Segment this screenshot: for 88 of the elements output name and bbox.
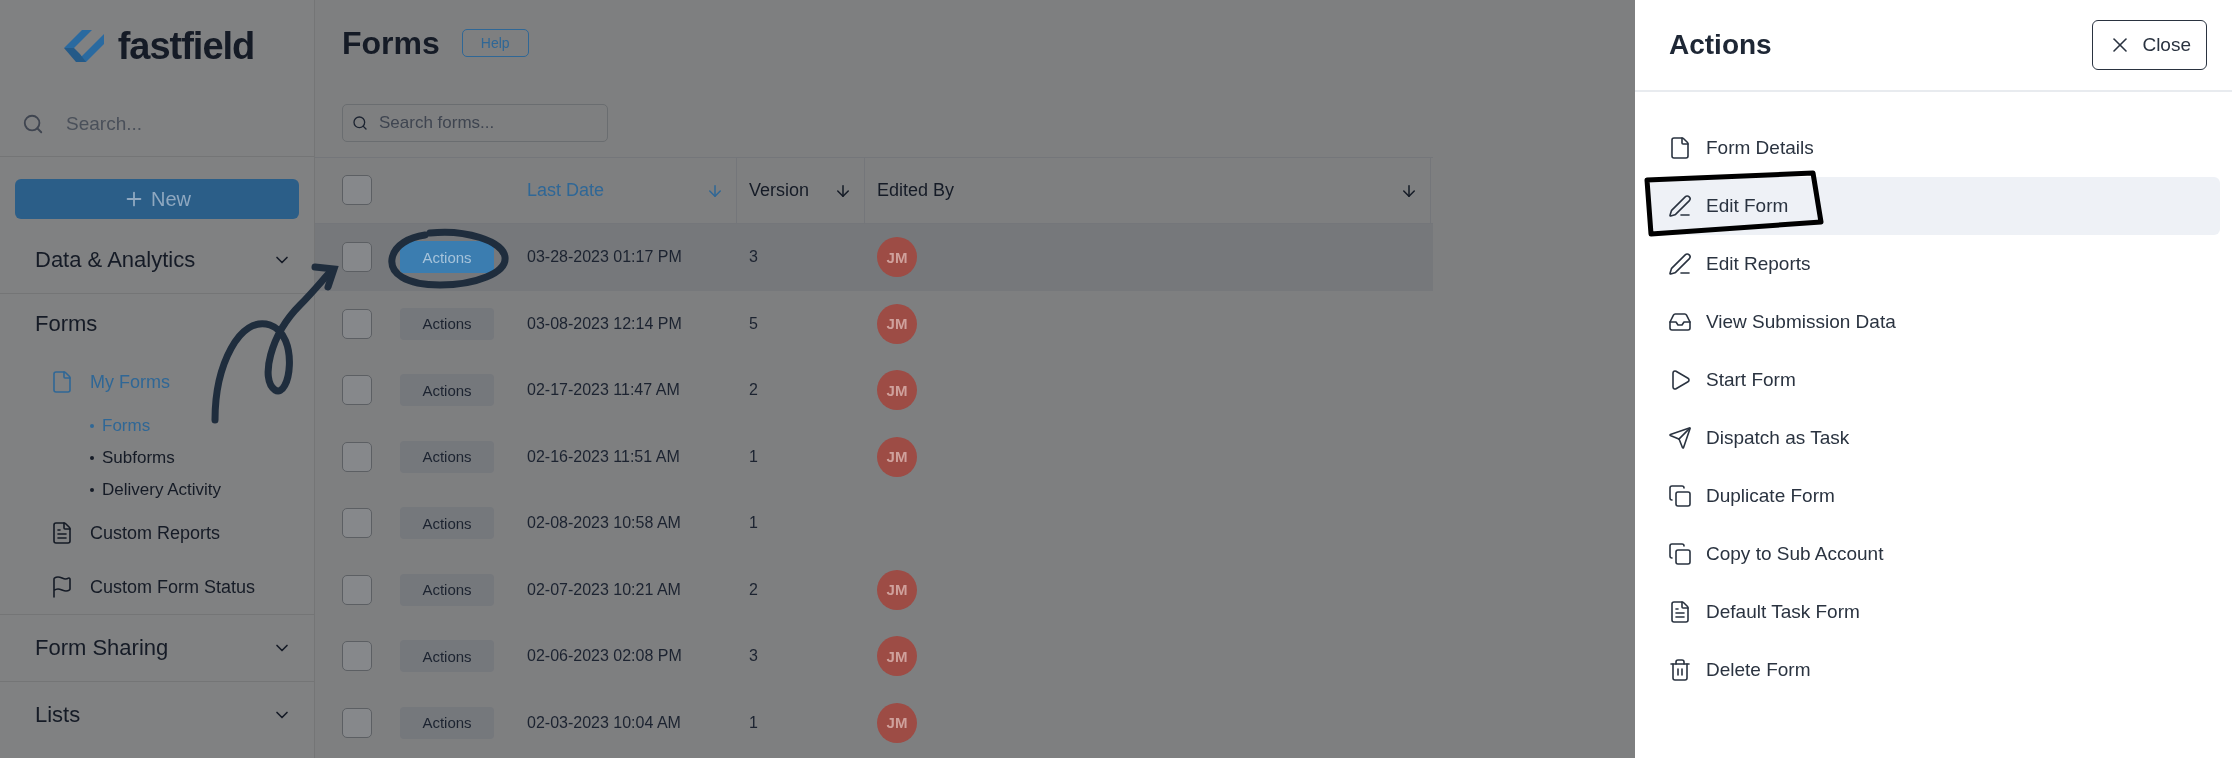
actions-button[interactable]: Actions bbox=[400, 307, 494, 340]
send-icon bbox=[1668, 426, 1692, 450]
table-cell-text: 02-16-2023 11:51 AM bbox=[526, 447, 681, 466]
checkbox[interactable] bbox=[342, 508, 372, 539]
actions-button[interactable]: Actions bbox=[400, 374, 494, 407]
column-header[interactable]: Edited By bbox=[865, 158, 1431, 223]
actions-button[interactable]: Actions bbox=[400, 706, 494, 739]
menu-item[interactable]: Duplicate Form bbox=[1650, 467, 2220, 525]
menu-item[interactable]: Dispatch as Task bbox=[1650, 409, 2220, 467]
checkbox[interactable] bbox=[342, 375, 372, 406]
column-header[interactable]: Version bbox=[737, 158, 865, 223]
section-title[interactable]: Data & Analytics bbox=[35, 247, 196, 273]
table-cell-text: 03-28-2023 01:17 PM bbox=[526, 248, 683, 267]
menu-item[interactable]: Copy to Sub Account bbox=[1650, 525, 2220, 583]
table-cell-text: 3 bbox=[748, 647, 759, 666]
section-title[interactable]: Lists bbox=[35, 702, 81, 728]
table-cell-text: 1 bbox=[748, 514, 759, 533]
menu-item[interactable]: Delete Form bbox=[1650, 641, 2220, 699]
nav-item[interactable]: Custom Reports bbox=[90, 522, 221, 544]
avatar: JM bbox=[877, 370, 917, 411]
menu-item[interactable]: View Submission Data bbox=[1650, 293, 2220, 351]
search-icon bbox=[22, 113, 44, 135]
table-cell-text: 02-03-2023 10:04 AM bbox=[526, 713, 682, 732]
table-cell-text: 02-17-2023 11:47 AM bbox=[526, 381, 681, 400]
table-row[interactable]: Actions 02-16-2023 11:51 AM 1 JM bbox=[315, 423, 1433, 490]
search-field[interactable]: Search forms... bbox=[342, 104, 608, 142]
document-icon bbox=[1668, 600, 1692, 624]
table-row[interactable]: Actions 02-08-2023 10:58 AM 1 bbox=[315, 490, 1433, 557]
actions-button[interactable]: Actions bbox=[400, 573, 494, 606]
pen-icon bbox=[1668, 252, 1692, 276]
table-cell-text: 1 bbox=[748, 447, 759, 466]
table-cell-text: 2 bbox=[748, 381, 759, 400]
search-icon bbox=[352, 115, 368, 131]
actions-button[interactable]: Actions bbox=[400, 507, 494, 540]
table-cell-text: 1 bbox=[748, 713, 759, 732]
table-row[interactable]: Actions 03-08-2023 12:14 PM 5 JM bbox=[315, 290, 1433, 357]
nav-item[interactable]: Custom Form Status bbox=[90, 576, 256, 598]
table-row[interactable]: Actions 02-07-2023 10:21 AM 2 JM bbox=[315, 556, 1433, 623]
menu-item[interactable]: Form Details bbox=[1650, 119, 2220, 177]
table-row[interactable]: Actions 03-28-2023 01:17 PM 3 JM bbox=[315, 224, 1433, 291]
table-row[interactable]: Actions 02-17-2023 11:47 AM 2 JM bbox=[315, 357, 1433, 424]
section-title[interactable]: Form Sharing bbox=[35, 635, 169, 661]
document-icon bbox=[50, 521, 74, 545]
page-title: Forms bbox=[342, 24, 440, 62]
trash-icon bbox=[1668, 658, 1692, 682]
nav-subitem[interactable]: Subforms bbox=[0, 442, 314, 474]
checkbox[interactable] bbox=[342, 441, 372, 472]
nav-subitem[interactable]: Delivery Activity bbox=[0, 474, 314, 506]
close-button[interactable]: Close bbox=[2092, 20, 2207, 70]
menu-item[interactable]: Edit Form bbox=[1650, 177, 2220, 235]
checkbox[interactable] bbox=[342, 242, 372, 273]
flag-icon bbox=[50, 575, 74, 599]
checkbox[interactable] bbox=[342, 574, 372, 605]
logo-text: fastfield bbox=[117, 24, 255, 68]
table-cell-text: 3 bbox=[748, 248, 759, 267]
file-icon bbox=[50, 370, 74, 394]
checkbox[interactable] bbox=[342, 308, 372, 339]
new-button[interactable]: New bbox=[15, 179, 299, 219]
file-icon bbox=[1668, 136, 1692, 160]
section-title: Forms bbox=[35, 311, 98, 337]
table-cell-text: 5 bbox=[748, 314, 759, 333]
avatar: JM bbox=[877, 636, 917, 677]
table-cell-text: 02-08-2023 10:58 AM bbox=[526, 514, 682, 533]
actions-button[interactable]: Actions bbox=[400, 640, 494, 673]
pen-icon bbox=[1668, 194, 1692, 218]
checkbox[interactable] bbox=[342, 175, 372, 205]
table-cell-text: 2 bbox=[748, 580, 759, 599]
avatar: JM bbox=[877, 436, 917, 477]
copy-icon bbox=[1668, 542, 1692, 566]
menu-item[interactable]: Edit Reports bbox=[1650, 235, 2220, 293]
table-row[interactable]: Actions 02-03-2023 10:04 AM 1 JM bbox=[315, 689, 1433, 756]
menu-item[interactable]: Start Form bbox=[1650, 351, 2220, 409]
avatar: JM bbox=[877, 303, 917, 344]
avatar: JM bbox=[877, 237, 917, 278]
inbox-icon bbox=[1668, 310, 1692, 334]
avatar: JM bbox=[877, 702, 917, 743]
checkbox[interactable] bbox=[342, 641, 372, 672]
actions-button[interactable]: Actions bbox=[400, 440, 494, 473]
checkbox[interactable] bbox=[342, 707, 372, 738]
table-cell-text: 02-06-2023 02:08 PM bbox=[526, 647, 683, 666]
menu-item[interactable]: Default Task Form bbox=[1650, 583, 2220, 641]
copy-icon bbox=[1668, 484, 1692, 508]
table-row[interactable]: Actions 02-06-2023 02:08 PM 3 JM bbox=[315, 623, 1433, 690]
panel-title: Actions bbox=[1669, 29, 1772, 61]
table-cell-text: 02-07-2023 10:21 AM bbox=[526, 580, 682, 599]
avatar: JM bbox=[877, 569, 917, 610]
table-cell-text: 03-08-2023 12:14 PM bbox=[526, 314, 683, 333]
actions-button[interactable]: Actions bbox=[400, 241, 494, 274]
